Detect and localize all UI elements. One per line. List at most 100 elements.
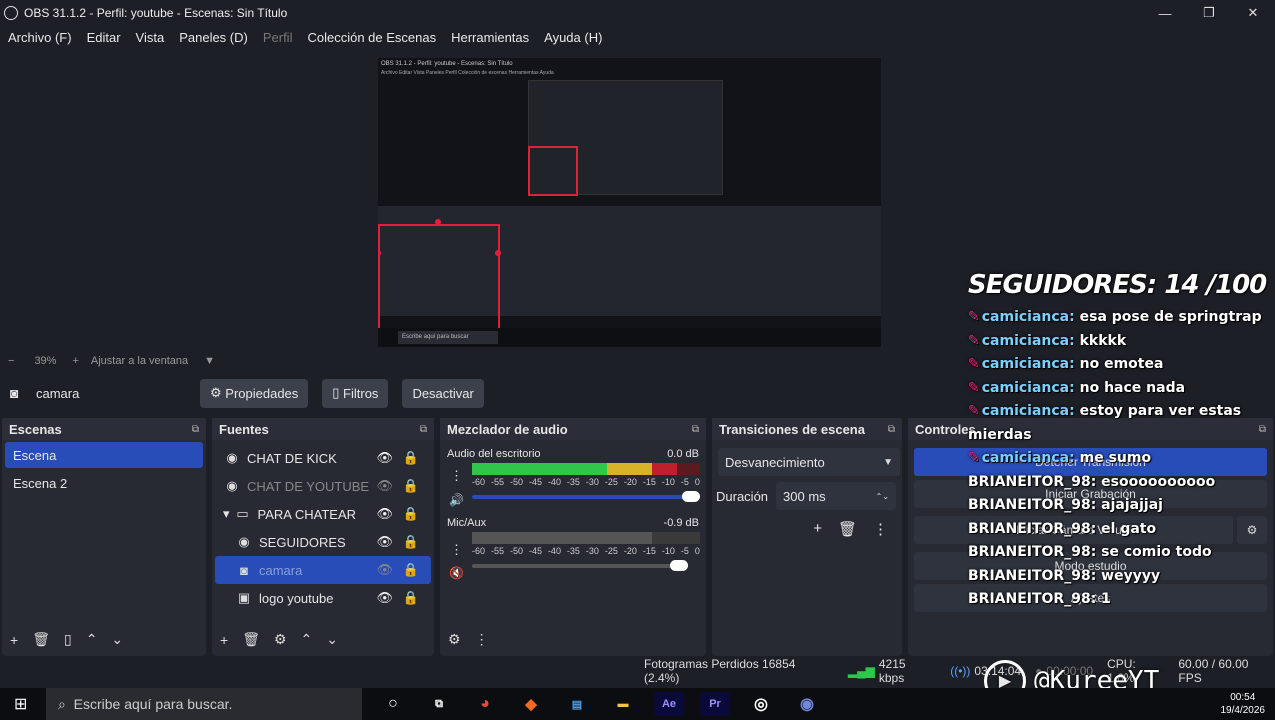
- trash-icon[interactable]: 🗑: [32, 631, 50, 648]
- undock-icon[interactable]: ⧉: [192, 424, 199, 435]
- obs-icon[interactable]: ◎: [746, 692, 776, 716]
- speaker-icon[interactable]: 🔊: [449, 493, 464, 507]
- audio-mixer-dock: Mezclador de audio ⧉ Audio del escritorio…: [440, 418, 706, 656]
- undock-icon[interactable]: ⧉: [692, 424, 699, 435]
- add-icon[interactable]: +: [10, 632, 18, 648]
- fit-window-option[interactable]: Ajustar a la ventana: [91, 355, 188, 367]
- menu-archivo[interactable]: Archivo (F): [8, 30, 72, 45]
- clock[interactable]: 00:54 19/4/2026: [1221, 691, 1266, 717]
- transition-select[interactable]: Desvanecimiento ▼: [718, 448, 900, 476]
- program-preview[interactable]: OBS 31.1.2 - Perfil: youtube - Escenas: …: [378, 58, 881, 347]
- trash-icon[interactable]: 🗑: [242, 631, 260, 648]
- discord-icon[interactable]: ◉: [792, 692, 822, 716]
- menu-coleccion[interactable]: Colección de Escenas: [307, 30, 436, 45]
- chrome-icon[interactable]: ◕: [470, 692, 500, 716]
- task-view-icon[interactable]: ⧉: [424, 692, 454, 716]
- source-item[interactable]: ◉ CHAT DE KICK 👁 🔒: [215, 444, 431, 472]
- source-item[interactable]: ◙ camara 👁 🔒: [215, 556, 431, 584]
- trash-icon[interactable]: 🗑: [838, 520, 857, 538]
- brave-icon[interactable]: ◆: [516, 692, 546, 716]
- eye-icon[interactable]: 👁: [376, 534, 393, 550]
- chevron-up-icon[interactable]: ⌃: [301, 631, 313, 648]
- chevron-down-icon[interactable]: ⌄: [326, 631, 338, 648]
- chat-user: BRIANEITOR_98:: [968, 473, 1097, 490]
- chat-text: esoooooooooo: [1101, 473, 1216, 490]
- eye-hidden-icon[interactable]: 👁: [376, 562, 393, 578]
- menu-vista[interactable]: Vista: [136, 30, 165, 45]
- advanced-audio-icon[interactable]: ⚙: [448, 631, 461, 648]
- stepper-icon[interactable]: ⌃⌄: [876, 492, 889, 501]
- lock-icon[interactable]: 🔒: [403, 534, 419, 550]
- eye-icon[interactable]: 👁: [376, 450, 393, 466]
- properties-button[interactable]: ⚙ Propiedades: [200, 378, 309, 408]
- properties-label: Propiedades: [225, 385, 299, 401]
- filters-button[interactable]: ▯ Filtros: [322, 378, 389, 408]
- add-icon[interactable]: +: [813, 520, 822, 538]
- lock-icon[interactable]: 🔒: [403, 506, 419, 522]
- menu-ayuda[interactable]: Ayuda (H): [544, 30, 602, 45]
- undock-icon[interactable]: ⧉: [888, 424, 895, 435]
- zoom-out-button[interactable]: −: [8, 355, 14, 367]
- menu-perfil[interactable]: Perfil: [263, 30, 293, 45]
- source-group[interactable]: ▾ ▭ PARA CHATEAR 👁 🔒: [215, 500, 431, 528]
- duration-spinbox[interactable]: 300 ms ⌃⌄: [776, 482, 897, 510]
- chevron-down-icon[interactable]: ⌄: [111, 631, 123, 648]
- add-icon[interactable]: +: [220, 632, 228, 648]
- maximize-button[interactable]: ❐: [1187, 0, 1231, 26]
- cortana-icon[interactable]: ○: [378, 692, 408, 716]
- preview-selection-box[interactable]: [378, 224, 500, 344]
- lock-icon[interactable]: 🔒: [403, 478, 419, 494]
- preview-inner-title: OBS 31.1.2 - Perfil: youtube - Escenas: …: [381, 61, 513, 67]
- duration-row: Duración 300 ms ⌃⌄: [716, 482, 902, 510]
- lock-icon[interactable]: 🔒: [403, 562, 419, 578]
- eye-icon[interactable]: 👁: [376, 590, 393, 606]
- close-button[interactable]: ✕: [1231, 0, 1275, 26]
- source-item[interactable]: ◉ CHAT DE YOUTUBE 👁 🔒: [215, 472, 431, 500]
- chevron-up-icon[interactable]: ⌃: [86, 631, 98, 648]
- mixer-title: Mezclador de audio: [447, 421, 568, 437]
- lock-icon[interactable]: 🔒: [403, 590, 419, 606]
- taskbar-search[interactable]: ⌕ Escribe aquí para buscar.: [46, 688, 362, 720]
- chat-message: ✎ camiciancа: no emotea: [968, 353, 1268, 377]
- eye-icon[interactable]: 👁: [376, 506, 393, 522]
- chevron-down-icon[interactable]: ▾: [223, 506, 230, 522]
- chat-text: se comio todo: [1101, 544, 1212, 560]
- lock-icon[interactable]: 🔒: [403, 450, 419, 466]
- filter-icon[interactable]: ▯: [64, 631, 72, 648]
- deactivate-button[interactable]: Desactivar: [402, 378, 484, 408]
- eye-hidden-icon[interactable]: 👁: [376, 478, 393, 494]
- undock-icon[interactable]: ⧉: [420, 424, 427, 435]
- date: 19/4/2026: [1220, 705, 1266, 716]
- channel-db: -0.9 dB: [663, 517, 699, 529]
- folder-icon[interactable]: ▬: [608, 692, 638, 716]
- slider-knob[interactable]: [682, 491, 700, 502]
- channel-menu-icon[interactable]: ⋮: [450, 468, 463, 484]
- chevron-down-icon[interactable]: ▼: [204, 355, 215, 367]
- source-item[interactable]: ◉ SEGUIDORES 👁 🔒: [215, 528, 431, 556]
- store-icon[interactable]: ▤: [562, 692, 592, 716]
- preview-resize-handle[interactable]: [495, 250, 501, 256]
- scene-item[interactable]: Escena 2: [5, 470, 203, 496]
- menu-icon[interactable]: ⋮: [475, 631, 489, 648]
- after-effects-icon[interactable]: Ae: [654, 692, 684, 716]
- scene-item[interactable]: Escena: [5, 442, 203, 468]
- muted-speaker-icon[interactable]: 🔇: [449, 566, 464, 580]
- menu-paneles[interactable]: Paneles (D): [179, 30, 248, 45]
- windows-start-icon[interactable]: ⊞: [14, 694, 27, 714]
- source-item[interactable]: ▣ logo youtube 👁 🔒: [215, 584, 431, 612]
- volume-slider[interactable]: [472, 560, 688, 571]
- menu-editar[interactable]: Editar: [87, 30, 121, 45]
- slider-knob[interactable]: [670, 560, 688, 571]
- zoom-in-button[interactable]: +: [72, 355, 78, 367]
- preview-rotate-handle[interactable]: [435, 219, 441, 225]
- window-title: OBS 31.1.2 - Perfil: youtube - Escenas: …: [24, 6, 288, 20]
- gear-icon[interactable]: ⚙: [274, 631, 287, 648]
- premiere-icon[interactable]: Pr: [700, 692, 730, 716]
- browser-icon: ◉: [226, 450, 238, 465]
- menu-icon[interactable]: ⋮: [873, 520, 888, 538]
- menu-herramientas[interactable]: Herramientas: [451, 30, 529, 45]
- channel-menu-icon[interactable]: ⋮: [450, 542, 463, 558]
- selected-source-label: camara: [36, 385, 80, 401]
- minimize-button[interactable]: —: [1143, 0, 1187, 26]
- volume-slider[interactable]: [472, 491, 700, 502]
